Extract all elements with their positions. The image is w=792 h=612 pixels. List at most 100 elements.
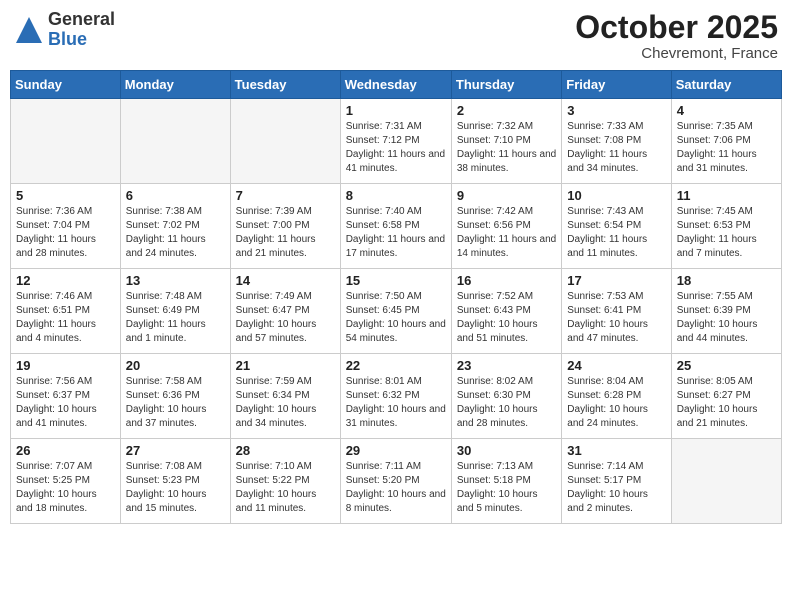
day-number: 21 — [236, 358, 335, 373]
day-number: 25 — [677, 358, 776, 373]
day-info: Sunrise: 7:32 AM Sunset: 7:10 PM Dayligh… — [457, 120, 556, 176]
day-info: Sunrise: 7:39 AM Sunset: 7:00 PM Dayligh… — [236, 205, 335, 261]
calendar-cell: 31 Sunrise: 7:14 AM Sunset: 5:17 PM Dayli… — [562, 439, 671, 524]
day-info: Sunrise: 7:46 AM Sunset: 6:51 PM Dayligh… — [16, 290, 115, 346]
weekday-header-sunday: Sunday — [11, 71, 121, 99]
calendar-cell: 1 Sunrise: 7:31 AM Sunset: 7:12 PM Daylig… — [340, 99, 451, 184]
day-info: Sunrise: 7:50 AM Sunset: 6:45 PM Dayligh… — [346, 290, 446, 346]
calendar-cell: 14 Sunrise: 7:49 AM Sunset: 6:47 PM Dayli… — [230, 269, 340, 354]
weekday-header-thursday: Thursday — [451, 71, 561, 99]
calendar-cell: 2 Sunrise: 7:32 AM Sunset: 7:10 PM Daylig… — [451, 99, 561, 184]
logo-general: General — [48, 9, 115, 29]
day-number: 5 — [16, 188, 115, 203]
day-number: 2 — [457, 103, 556, 118]
day-info: Sunrise: 7:11 AM Sunset: 5:20 PM Dayligh… — [346, 460, 446, 516]
day-info: Sunrise: 7:36 AM Sunset: 7:04 PM Dayligh… — [16, 205, 115, 261]
day-number: 30 — [457, 443, 556, 458]
calendar-cell — [671, 439, 781, 524]
calendar-cell: 27 Sunrise: 7:08 AM Sunset: 5:23 PM Dayli… — [120, 439, 230, 524]
calendar-cell: 13 Sunrise: 7:48 AM Sunset: 6:49 PM Dayli… — [120, 269, 230, 354]
day-number: 12 — [16, 273, 115, 288]
calendar-cell: 12 Sunrise: 7:46 AM Sunset: 6:51 PM Dayli… — [11, 269, 121, 354]
day-info: Sunrise: 7:10 AM Sunset: 5:22 PM Dayligh… — [236, 460, 335, 516]
calendar-cell: 17Sunrise: 7:53 AM Sunset: 6:41 PM Dayli… — [562, 269, 671, 354]
weekday-header-friday: Friday — [562, 71, 671, 99]
calendar-cell: 6 Sunrise: 7:38 AM Sunset: 7:02 PM Daylig… — [120, 184, 230, 269]
week-row-5: 26Sunrise: 7:07 AM Sunset: 5:25 PM Dayli… — [11, 439, 782, 524]
day-info: Sunrise: 7:49 AM Sunset: 6:47 PM Dayligh… — [236, 290, 335, 346]
day-number: 28 — [236, 443, 335, 458]
day-info: Sunrise: 7:59 AM Sunset: 6:34 PM Dayligh… — [236, 375, 335, 431]
week-row-3: 12 Sunrise: 7:46 AM Sunset: 6:51 PM Dayli… — [11, 269, 782, 354]
day-info: Sunrise: 8:05 AM Sunset: 6:27 PM Dayligh… — [677, 375, 776, 431]
calendar-cell: 16Sunrise: 7:52 AM Sunset: 6:43 PM Dayli… — [451, 269, 561, 354]
location: Chevremont, France — [575, 45, 778, 62]
day-info: Sunrise: 7:07 AM Sunset: 5:25 PM Dayligh… — [16, 460, 115, 516]
day-number: 14 — [236, 273, 335, 288]
day-number: 20 — [126, 358, 225, 373]
calendar-cell: 28 Sunrise: 7:10 AM Sunset: 5:22 PM Dayli… — [230, 439, 340, 524]
day-number: 4 — [677, 103, 776, 118]
day-info: Sunrise: 7:08 AM Sunset: 5:23 PM Dayligh… — [126, 460, 225, 516]
day-info: Sunrise: 7:45 AM Sunset: 6:53 PM Dayligh… — [677, 205, 776, 261]
day-info: Sunrise: 7:35 AM Sunset: 7:06 PM Dayligh… — [677, 120, 776, 176]
weekday-header-row: SundayMondayTuesdayWednesdayThursdayFrid… — [11, 71, 782, 99]
day-info: Sunrise: 7:56 AM Sunset: 6:37 PM Dayligh… — [16, 375, 115, 431]
day-info: Sunrise: 7:31 AM Sunset: 7:12 PM Dayligh… — [346, 120, 446, 176]
day-number: 19 — [16, 358, 115, 373]
day-info: Sunrise: 8:01 AM Sunset: 6:32 PM Dayligh… — [346, 375, 446, 431]
calendar-cell: 8 Sunrise: 7:40 AM Sunset: 6:58 PM Daylig… — [340, 184, 451, 269]
day-number: 13 — [126, 273, 225, 288]
day-info: Sunrise: 7:14 AM Sunset: 5:17 PM Dayligh… — [567, 460, 665, 516]
calendar-cell: 22Sunrise: 8:01 AM Sunset: 6:32 PM Dayli… — [340, 354, 451, 439]
calendar-cell — [120, 99, 230, 184]
calendar-cell: 5 Sunrise: 7:36 AM Sunset: 7:04 PM Daylig… — [11, 184, 121, 269]
day-info: Sunrise: 7:33 AM Sunset: 7:08 PM Dayligh… — [567, 120, 665, 176]
day-number: 15 — [346, 273, 446, 288]
calendar-cell: 20 Sunrise: 7:58 AM Sunset: 6:36 PM Dayli… — [120, 354, 230, 439]
day-number: 9 — [457, 188, 556, 203]
calendar-cell: 24 Sunrise: 8:04 AM Sunset: 6:28 PM Dayli… — [562, 354, 671, 439]
day-info: Sunrise: 7:55 AM Sunset: 6:39 PM Dayligh… — [677, 290, 776, 346]
day-info: Sunrise: 7:38 AM Sunset: 7:02 PM Dayligh… — [126, 205, 225, 261]
calendar-cell: 9 Sunrise: 7:42 AM Sunset: 6:56 PM Daylig… — [451, 184, 561, 269]
day-number: 31 — [567, 443, 665, 458]
day-info: Sunrise: 8:04 AM Sunset: 6:28 PM Dayligh… — [567, 375, 665, 431]
day-info: Sunrise: 7:42 AM Sunset: 6:56 PM Dayligh… — [457, 205, 556, 261]
day-number: 16 — [457, 273, 556, 288]
calendar-cell: 25 Sunrise: 8:05 AM Sunset: 6:27 PM Dayli… — [671, 354, 781, 439]
day-number: 3 — [567, 103, 665, 118]
calendar-cell — [230, 99, 340, 184]
day-info: Sunrise: 7:40 AM Sunset: 6:58 PM Dayligh… — [346, 205, 446, 261]
calendar-cell: 10 Sunrise: 7:43 AM Sunset: 6:54 PM Dayli… — [562, 184, 671, 269]
logo-blue: Blue — [48, 29, 87, 49]
calendar-cell: 19 Sunrise: 7:56 AM Sunset: 6:37 PM Dayli… — [11, 354, 121, 439]
day-number: 29 — [346, 443, 446, 458]
day-number: 8 — [346, 188, 446, 203]
day-number: 24 — [567, 358, 665, 373]
day-info: Sunrise: 7:58 AM Sunset: 6:36 PM Dayligh… — [126, 375, 225, 431]
day-number: 1 — [346, 103, 446, 118]
weekday-header-saturday: Saturday — [671, 71, 781, 99]
weekday-header-monday: Monday — [120, 71, 230, 99]
day-info: Sunrise: 7:13 AM Sunset: 5:18 PM Dayligh… — [457, 460, 556, 516]
day-number: 11 — [677, 188, 776, 203]
calendar-cell: 21 Sunrise: 7:59 AM Sunset: 6:34 PM Dayli… — [230, 354, 340, 439]
calendar-cell: 3 Sunrise: 7:33 AM Sunset: 7:08 PM Daylig… — [562, 99, 671, 184]
month-title: October 2025 — [575, 10, 778, 45]
calendar-cell — [11, 99, 121, 184]
day-info: Sunrise: 7:43 AM Sunset: 6:54 PM Dayligh… — [567, 205, 665, 261]
day-number: 6 — [126, 188, 225, 203]
calendar-cell: 23Sunrise: 8:02 AM Sunset: 6:30 PM Dayli… — [451, 354, 561, 439]
day-info: Sunrise: 7:53 AM Sunset: 6:41 PM Dayligh… — [567, 290, 665, 346]
calendar-cell: 30 Sunrise: 7:13 AM Sunset: 5:18 PM Dayli… — [451, 439, 561, 524]
calendar-table: SundayMondayTuesdayWednesdayThursdayFrid… — [10, 70, 782, 524]
calendar-cell: 7Sunrise: 7:39 AM Sunset: 7:00 PM Daylig… — [230, 184, 340, 269]
day-number: 18 — [677, 273, 776, 288]
weekday-header-tuesday: Tuesday — [230, 71, 340, 99]
week-row-1: 1 Sunrise: 7:31 AM Sunset: 7:12 PM Daylig… — [11, 99, 782, 184]
day-info: Sunrise: 7:48 AM Sunset: 6:49 PM Dayligh… — [126, 290, 225, 346]
day-number: 27 — [126, 443, 225, 458]
logo-icon — [14, 15, 44, 45]
day-number: 10 — [567, 188, 665, 203]
